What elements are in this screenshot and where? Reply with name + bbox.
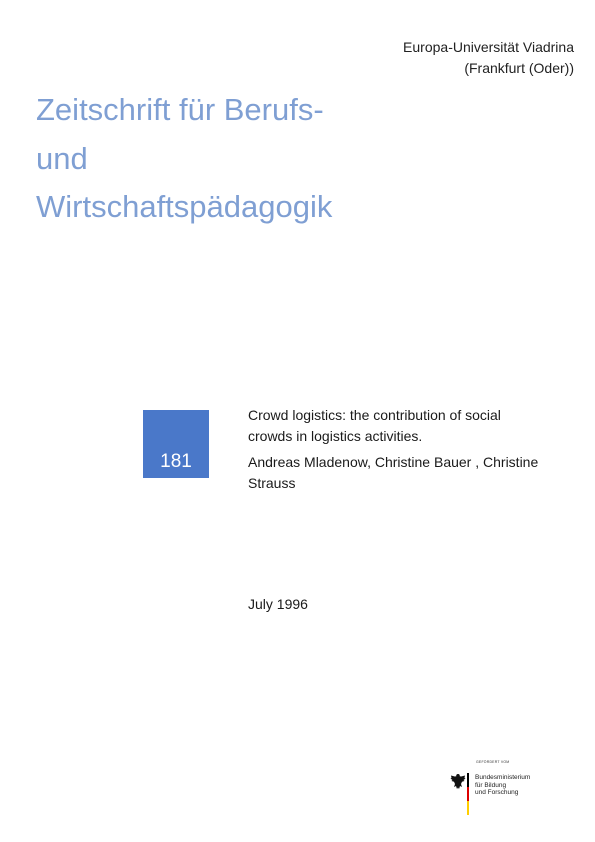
ministry-name-line-1: Bundesministerium	[475, 774, 531, 781]
paper-title-line-1: Crowd logistics: the contribution of soc…	[248, 407, 501, 423]
publication-date: July 1996	[248, 596, 308, 612]
flag-stripe-black	[467, 773, 469, 787]
journal-title: Zeitschrift für Berufs- und Wirtschaftsp…	[36, 86, 396, 232]
paper-title-line-2: crowds in logistics activities.	[248, 427, 423, 444]
ministry-name-line-3: und Forschung	[475, 789, 519, 797]
ministry-name-line-2: für Bildung	[475, 781, 507, 789]
journal-title-line-1: Zeitschrift für Berufs-	[36, 92, 324, 127]
institution-name: Europa-Universität Viadrina (Frankfurt (…	[314, 37, 574, 79]
paper-title: Crowd logistics: the contribution of soc…	[248, 405, 568, 446]
paper-info: Crowd logistics: the contribution of soc…	[248, 405, 568, 493]
institution-line-1: Europa-Universität Viadrina	[403, 39, 574, 55]
journal-title-line-3: Wirtschaftspädagogik	[36, 189, 333, 224]
paper-authors-line-1: Andreas Mladenow, Christine Bauer , Chri…	[248, 454, 539, 470]
journal-title-line-2: und	[36, 140, 88, 176]
institution-line-2: (Frankfurt (Oder))	[464, 60, 574, 76]
funder-caption: GEFÖRDERT VOM	[476, 760, 510, 764]
flag-stripe-gold	[467, 801, 469, 815]
issue-number: 181	[160, 451, 192, 472]
federal-eagle-icon	[450, 774, 466, 789]
funder-logo: GEFÖRDERT VOM Bundesministerium für Bild…	[450, 760, 560, 820]
paper-authors-line-2: Strauss	[248, 474, 296, 491]
issue-number-badge: 181	[143, 410, 209, 478]
paper-authors: Andreas Mladenow, Christine Bauer , Chri…	[248, 452, 568, 493]
ministry-name: Bundesministerium für Bildung und Forsch…	[475, 774, 560, 797]
flag-stripe-red	[467, 787, 469, 801]
